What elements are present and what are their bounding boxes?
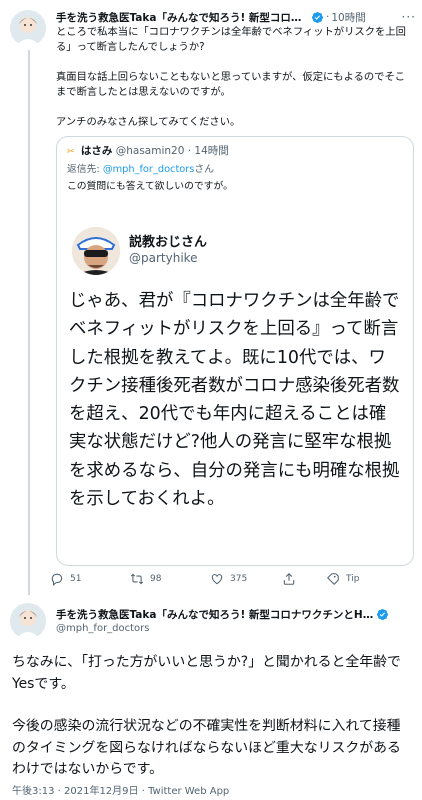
- tip-label: Tip: [346, 574, 360, 584]
- verified-badge-icon: [311, 11, 324, 24]
- verified-badge-icon: [376, 608, 389, 621]
- reply-count: 51: [70, 574, 82, 584]
- tweet-paragraph: 真面目な話上回らないこともないと思っていますが、仮定にもよるのでそこまで断言した…: [56, 71, 406, 98]
- quoted-image-name: 説教おじさん: [129, 235, 208, 250]
- thread-connector-line: [28, 50, 30, 595]
- tweet-time[interactable]: 10時間: [331, 10, 365, 25]
- separator-dot: ·: [326, 11, 330, 23]
- reply-icon: [51, 573, 63, 586]
- share-button[interactable]: [282, 572, 296, 586]
- quoted-author-name: はさみ: [80, 145, 113, 157]
- tweet-timestamp-footer[interactable]: 午後3:13 · 2021年12月9日 · Twitter Web App: [12, 782, 229, 797]
- tweet-paragraph: 今後の感染の流行状況などの不確実性を判断材料に入れて接種のタイミングを図らなけれ…: [12, 718, 401, 777]
- main-tweet-header: 手を洗う救急医Taka「みんなで知ろう! 新型コロナワクチンとH…: [56, 607, 416, 622]
- more-icon[interactable]: ···: [402, 10, 416, 24]
- tweet-paragraph: ちなみに、「打った方がいいと思うか?」と聞かれると全年齢でYesです。: [12, 654, 401, 692]
- tweet-action-bar: 51 98 375 Tip: [50, 572, 370, 590]
- reply-mention-link[interactable]: @mph_for_doctors: [103, 164, 195, 175]
- separator-dot: ·: [184, 145, 195, 157]
- quoted-tweet-header: ✂ はさみ @hasamin20 · 14時間: [67, 143, 229, 158]
- like-count: 375: [230, 574, 248, 584]
- reply-suffix: さん: [194, 164, 215, 175]
- reply-prefix: 返信先:: [67, 164, 103, 175]
- avatar[interactable]: [10, 603, 46, 639]
- main-tweet-body: ちなみに、「打った方がいいと思うか?」と聞かれると全年齢でYesです。 今後の感…: [12, 652, 412, 800]
- tweet-paragraph: ところで私本当に「コロナワクチンは全年齢でベネフィットがリスクを上回る」って断言…: [56, 26, 406, 53]
- reply-button[interactable]: 51: [50, 572, 81, 586]
- author-handle[interactable]: @mph_for_doctors: [56, 623, 150, 634]
- avatar[interactable]: [10, 10, 46, 46]
- like-icon: [211, 574, 223, 585]
- quoted-image-avatar: [72, 227, 120, 275]
- author-name[interactable]: 手を洗う救急医Taka「みんなで知ろう! 新型コロナワクチンとH…: [56, 607, 373, 622]
- like-button[interactable]: 375: [210, 572, 247, 586]
- tip-icon: [327, 573, 339, 585]
- retweet-button[interactable]: 98: [130, 572, 161, 586]
- retweet-icon: [130, 573, 144, 585]
- quoted-tweet-text: この質問にも答えて欲しいのですが。: [67, 181, 233, 192]
- tweet-paragraph: アンチのみなさん探してみてください。: [56, 116, 241, 128]
- retweet-count: 98: [150, 574, 162, 584]
- quoted-tweet-time: 14時間: [194, 145, 229, 157]
- tweet-header: 手を洗う救急医Taka「みんなで知ろう! 新型コロナワク… · 10時間 ···: [56, 9, 416, 25]
- quoted-image-text: じゃあ、君が『コロナワクチンは全年齢でベネフィットがリスクを上回る』って断言した…: [69, 291, 400, 510]
- quoted-author-handle: @hasamin20: [115, 145, 185, 157]
- scissors-icon: ✂: [67, 147, 75, 157]
- quoted-image-handle: @partyhike: [129, 251, 198, 265]
- tweet-body: ところで私本当に「コロナワクチンは全年齢でベネフィットがリスクを上回る」って断言…: [56, 25, 414, 145]
- share-icon: [283, 573, 295, 585]
- author-name[interactable]: 手を洗う救急医Taka「みんなで知ろう! 新型コロナワク…: [56, 10, 308, 25]
- quoted-tweet-card[interactable]: ✂ はさみ @hasamin20 · 14時間 返信先: @mph_for_do…: [56, 136, 414, 566]
- reply-to-line: 返信先: @mph_for_doctorsさん: [67, 161, 214, 175]
- tip-button[interactable]: Tip: [326, 572, 359, 586]
